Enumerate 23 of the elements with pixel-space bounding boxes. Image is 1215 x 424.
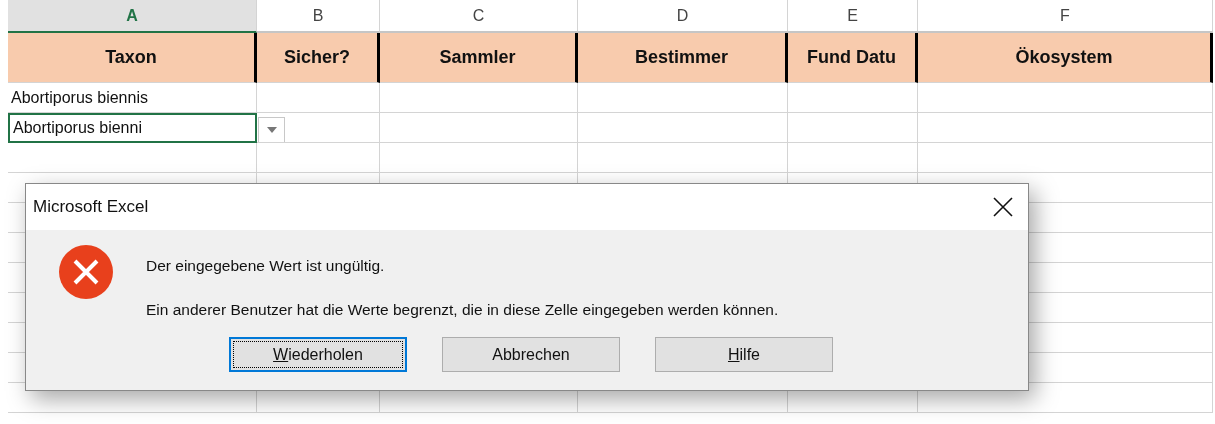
header-cell: Bestimmer bbox=[578, 33, 788, 83]
error-icon bbox=[58, 244, 114, 300]
dialog-button[interactable]: Wiederholen bbox=[229, 337, 407, 372]
column-letter[interactable]: D bbox=[578, 0, 788, 33]
header-cell: Fund Datu bbox=[788, 33, 918, 83]
header-cell: Ökosystem bbox=[918, 33, 1213, 83]
header-cell: Sammler bbox=[380, 33, 578, 83]
close-icon bbox=[992, 196, 1014, 218]
dialog-button[interactable]: Abbrechen bbox=[442, 337, 620, 372]
header-cell: Taxon bbox=[8, 33, 257, 83]
dialog-button[interactable]: Hilfe bbox=[655, 337, 833, 372]
table-cell: Abortiporus biennis bbox=[8, 83, 257, 113]
caret-icon bbox=[266, 127, 277, 133]
column-letter[interactable]: F bbox=[918, 0, 1213, 33]
dialog-title: Microsoft Excel bbox=[33, 197, 149, 217]
column-letter[interactable]: A bbox=[8, 0, 257, 33]
dropdown-button[interactable] bbox=[258, 117, 285, 143]
dialog-message: Der eingegebene Wert ist ungültig. bbox=[146, 257, 386, 275]
column-letter[interactable]: C bbox=[380, 0, 578, 33]
header-cell: Sicher? bbox=[257, 33, 380, 83]
dialog-message: Ein anderer Benutzer hat die Werte begrenzt, die in diese Zelle eingegeben werden können. bbox=[146, 301, 779, 319]
column-letter[interactable]: E bbox=[788, 0, 918, 33]
column-letter[interactable]: B bbox=[257, 0, 380, 33]
